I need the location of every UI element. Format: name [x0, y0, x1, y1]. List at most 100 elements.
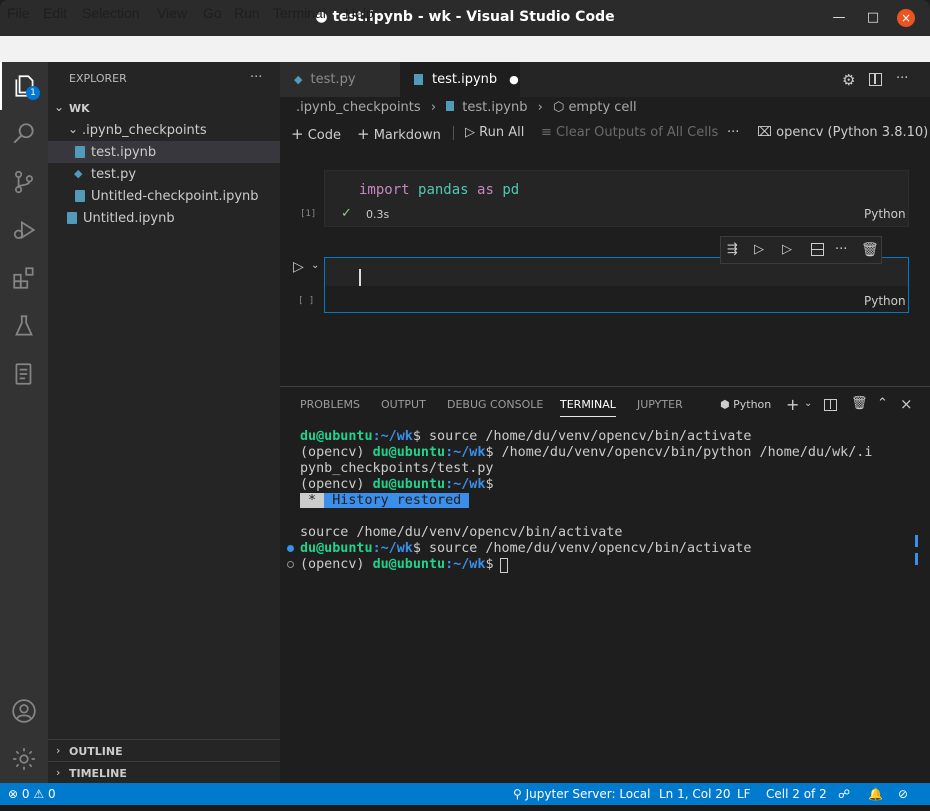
- chevron-right-icon[interactable]: ›: [56, 766, 60, 779]
- clear-outputs-button[interactable]: ≡ Clear Outputs of All Cells: [541, 125, 718, 140]
- chevron-down-icon[interactable]: ⌄: [311, 260, 319, 271]
- file-test-py[interactable]: test.py: [91, 167, 136, 182]
- minimize-button[interactable]: —: [830, 9, 848, 27]
- menu-view[interactable]: View: [157, 5, 187, 21]
- tab-test-ipynb[interactable]: test.ipynb ●: [400, 62, 520, 97]
- menu-go[interactable]: Go: [203, 5, 222, 21]
- cursor-position[interactable]: Ln 1, Col 20: [659, 787, 731, 801]
- feedback-icon[interactable]: ☍: [838, 787, 850, 801]
- divider: [453, 126, 454, 140]
- run-debug-icon[interactable]: [0, 206, 48, 254]
- explorer-sidebar: [48, 62, 280, 783]
- breadcrumb-folder[interactable]: .ipynb_checkpoints: [296, 100, 421, 115]
- timeline-section[interactable]: TIMELINE: [69, 767, 127, 780]
- jupyter-server-status[interactable]: ⚲ Jupyter Server: Local: [513, 787, 650, 801]
- command-decoration-icon[interactable]: [287, 561, 294, 568]
- run-above-icon[interactable]: ▷: [754, 242, 764, 257]
- terminal-shell-picker[interactable]: ⬢ Python: [720, 398, 771, 411]
- new-terminal-icon[interactable]: +: [786, 395, 799, 414]
- python-icon: ⬢: [720, 398, 730, 411]
- file-untitled-checkpoint[interactable]: Untitled-checkpoint.ipynb: [91, 189, 259, 204]
- chevron-down-icon[interactable]: ⌄: [804, 398, 812, 409]
- terminal-line: (opencv) du@ubuntu:~/wk$ /home/du/venv/o…: [300, 445, 873, 460]
- remote-icon[interactable]: ⊘: [898, 787, 908, 801]
- chevron-right-icon[interactable]: ›: [56, 744, 60, 757]
- kernel-icon: ⌧: [757, 125, 772, 140]
- run-cell-icon[interactable]: ▷: [293, 259, 304, 275]
- search-icon[interactable]: [0, 110, 48, 158]
- outline-section[interactable]: OUTLINE: [69, 745, 123, 758]
- kill-terminal-icon[interactable]: 🗑: [851, 396, 868, 411]
- more-actions-icon[interactable]: ···: [896, 71, 908, 86]
- delete-cell-icon[interactable]: 🗑: [861, 242, 879, 258]
- maximize-button[interactable]: □: [864, 9, 882, 27]
- panel-tab-terminal[interactable]: TERMINAL: [560, 398, 616, 417]
- divider: [48, 761, 280, 762]
- scrollbar-marker[interactable]: [915, 553, 918, 565]
- more-actions-icon[interactable]: ···: [835, 242, 847, 257]
- workspace-root[interactable]: WK: [69, 102, 90, 115]
- chevron-down-icon[interactable]: ⌄: [68, 122, 78, 136]
- account-icon[interactable]: [0, 687, 48, 735]
- cell-indicator[interactable]: Cell 2 of 2: [766, 787, 827, 801]
- cell-icon: ⬡: [552, 100, 565, 115]
- unsaved-dot-icon[interactable]: ●: [509, 73, 519, 86]
- check-icon: ✓: [341, 206, 352, 221]
- split-cell-icon[interactable]: [811, 243, 824, 256]
- cell-1-source[interactable]: import pandas as pd: [359, 182, 519, 198]
- explorer-more-icon[interactable]: ···: [250, 70, 262, 85]
- cell-language[interactable]: Python: [864, 207, 906, 221]
- file-test-ipynb[interactable]: test.ipynb: [91, 145, 156, 160]
- problems-status[interactable]: ⊗ 0 ⚠ 0: [8, 787, 56, 801]
- end-of-line[interactable]: LF: [737, 787, 751, 801]
- panel-tab-debug-console[interactable]: DEBUG CONSOLE: [447, 398, 543, 411]
- execution-time: 0.3s: [366, 208, 390, 221]
- breadcrumb-cell[interactable]: empty cell: [568, 100, 636, 115]
- source-control-icon[interactable]: [0, 158, 48, 206]
- toolbar-more-icon[interactable]: ···: [727, 125, 739, 140]
- menu-terminal[interactable]: Terminal: [273, 5, 326, 21]
- menu-file[interactable]: File: [7, 5, 30, 21]
- menu-help[interactable]: Help: [345, 5, 374, 21]
- text-cursor: [359, 269, 361, 286]
- terminal-line: du@ubuntu:~/wk$ source /home/du/venv/ope…: [300, 429, 752, 444]
- menu-selection[interactable]: Selection: [82, 5, 140, 21]
- breadcrumb-file[interactable]: test.ipynb: [462, 100, 527, 115]
- panel-tab-jupyter[interactable]: JUPYTER: [637, 398, 683, 411]
- jupyter-notebook-icon[interactable]: [0, 350, 48, 398]
- add-code-cell-button[interactable]: + Code: [291, 125, 341, 143]
- error-icon: ⊗: [8, 787, 19, 801]
- plug-icon: ⚲: [513, 787, 522, 801]
- explorer-icon[interactable]: [0, 62, 48, 110]
- terminal-prompt[interactable]: (opencv) du@ubuntu:~/wk$: [300, 557, 502, 573]
- kernel-picker[interactable]: ⌧ opencv (Python 3.8.10): [757, 125, 928, 140]
- chevron-down-icon[interactable]: ⌄: [54, 100, 64, 114]
- run-below-icon[interactable]: ▷: [782, 242, 792, 257]
- panel-tab-output[interactable]: OUTPUT: [381, 398, 426, 411]
- file-untitled-ipynb[interactable]: Untitled.ipynb: [83, 211, 175, 226]
- execute-above-icon[interactable]: ⇶: [727, 242, 738, 257]
- split-terminal-icon[interactable]: [824, 399, 837, 411]
- run-all-button[interactable]: ▷ Run All: [465, 125, 524, 140]
- add-markdown-cell-button[interactable]: + Markdown: [357, 125, 441, 143]
- close-window-button[interactable]: ×: [897, 9, 915, 27]
- settings-gear-icon[interactable]: [0, 735, 48, 783]
- cell-language[interactable]: Python: [864, 294, 906, 308]
- folder-ipynb-checkpoints[interactable]: .ipynb_checkpoints: [82, 123, 207, 138]
- code-cell-1[interactable]: [324, 170, 909, 227]
- notifications-bell-icon[interactable]: 🔔: [868, 787, 883, 801]
- gear-icon[interactable]: ⚙: [842, 71, 855, 89]
- maximize-panel-icon[interactable]: ⌃: [877, 396, 888, 411]
- testing-icon[interactable]: [0, 302, 48, 350]
- notebook-file-icon: [67, 212, 77, 224]
- close-panel-icon[interactable]: ×: [900, 395, 913, 413]
- extensions-icon[interactable]: [0, 254, 48, 302]
- tab-test-py[interactable]: ◆ test.py: [280, 62, 400, 97]
- command-decoration-icon[interactable]: [287, 545, 294, 552]
- menu-edit[interactable]: Edit: [43, 5, 67, 21]
- split-editor-icon[interactable]: [869, 73, 882, 86]
- scrollbar-marker[interactable]: [915, 535, 918, 547]
- panel-tab-problems[interactable]: PROBLEMS: [300, 398, 360, 411]
- python-file-icon: ◆: [294, 73, 303, 86]
- menu-run[interactable]: Run: [234, 5, 260, 21]
